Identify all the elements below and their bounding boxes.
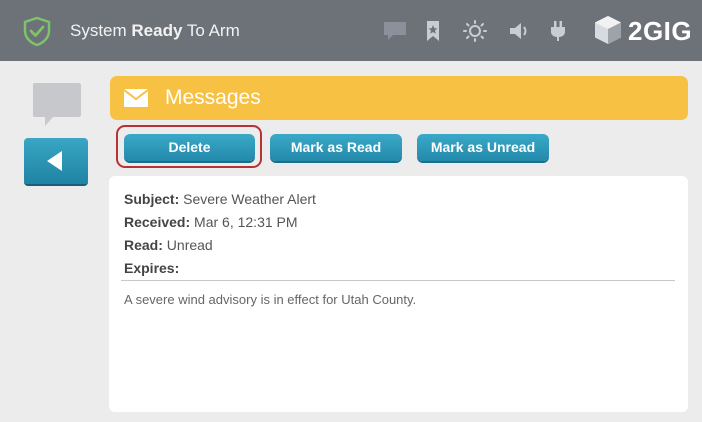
message-body: A severe wind advisory is in effect for … [124, 292, 417, 307]
divider [121, 280, 675, 281]
chat-bubble-icon[interactable] [33, 83, 81, 129]
shield-check-icon [23, 16, 51, 46]
envelope-icon [124, 89, 148, 107]
delete-button[interactable]: Delete [124, 134, 255, 161]
received-value: Mar 6, 12:31 PM [194, 214, 298, 230]
message-detail-panel: Subject: Severe Weather Alert Received: … [109, 176, 688, 412]
page-title: Messages [165, 86, 261, 109]
brightness-icon[interactable] [461, 20, 489, 42]
status-bar: System Ready To Arm 2GIG [0, 0, 702, 61]
back-button[interactable] [24, 138, 88, 184]
status-prefix: System [70, 21, 132, 40]
received-label: Received: [124, 214, 191, 230]
chat-icon[interactable] [382, 20, 408, 42]
brand-name: 2GIG [628, 16, 693, 46]
read-field: Read: Unread [124, 237, 213, 253]
power-plug-icon [551, 21, 565, 41]
back-arrow-icon [47, 151, 62, 171]
status-suffix: To Arm [182, 21, 240, 40]
brand-logo: 2GIG [592, 12, 696, 48]
expires-label: Expires: [124, 260, 180, 276]
subject-label: Subject: [124, 191, 180, 207]
cube-logo-icon [595, 16, 621, 44]
volume-icon[interactable] [508, 20, 532, 42]
status-ready: Ready [131, 21, 183, 40]
subject-field: Subject: Severe Weather Alert [124, 191, 316, 207]
bookmark-icon[interactable] [426, 20, 440, 42]
system-status-text: System Ready To Arm [70, 21, 240, 41]
read-label: Read: [124, 237, 163, 253]
expires-field: Expires: [124, 260, 179, 276]
subject-value: Severe Weather Alert [183, 191, 316, 207]
messages-header: Messages [110, 76, 688, 120]
read-value: Unread [166, 237, 213, 253]
mark-as-read-button[interactable]: Mark as Read [270, 134, 402, 161]
mark-as-unread-button[interactable]: Mark as Unread [417, 134, 549, 161]
received-field: Received: Mar 6, 12:31 PM [124, 214, 298, 230]
